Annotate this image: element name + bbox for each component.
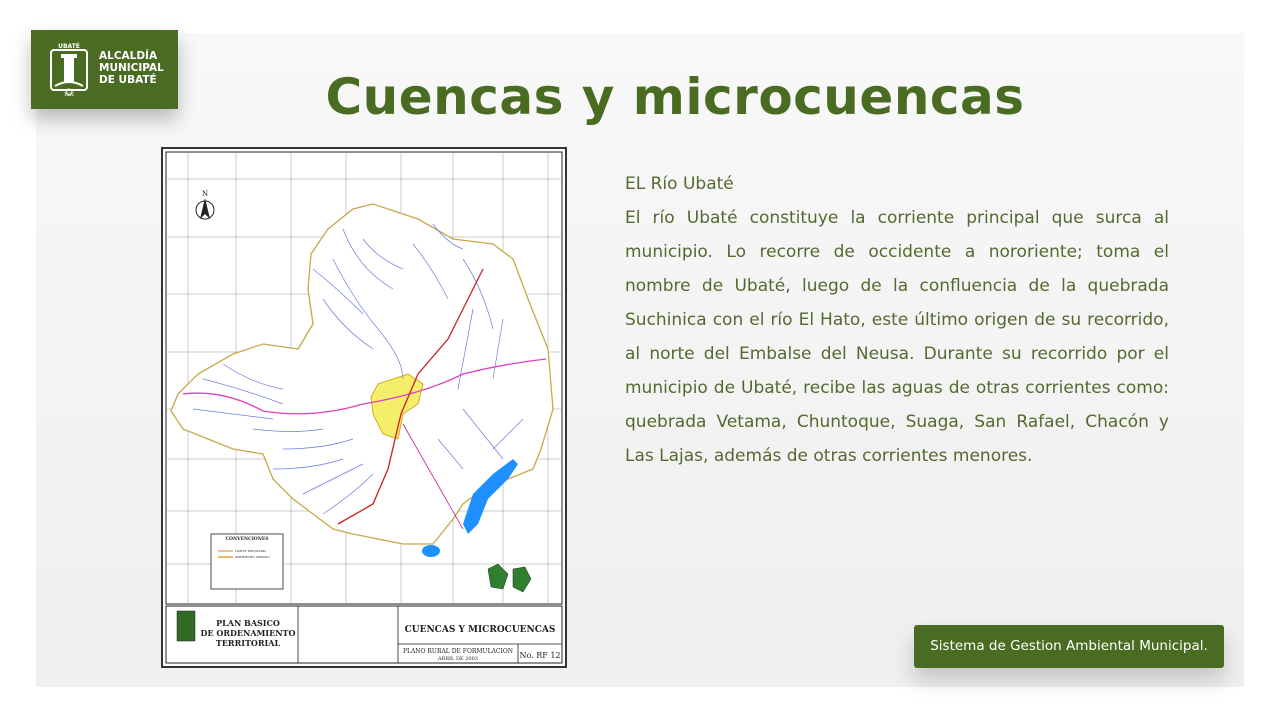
emblem-label: UBATÉ [58, 42, 80, 50]
sheet-subtitle-2: ABRIL DE 2003 [437, 656, 478, 662]
logo-wordmark: ALCALDÍA MUNICIPAL DE UBATÉ [99, 50, 164, 86]
coat-of-arms-icon: UBATÉ 1592 [50, 42, 88, 97]
north-label: N [202, 190, 208, 198]
sheet-title: CUENCAS Y MICROCUENCAS [405, 625, 556, 635]
content-heading: EL Río Ubaté [625, 174, 734, 194]
content-paragraph: El río Ubaté constituye la corriente pri… [625, 208, 1169, 466]
sheet-number: No. RF 12 [519, 651, 560, 660]
watershed-map: N CONVENCIONES LIMITE MUNICIPAL PERIMETR… [161, 147, 567, 668]
logo-line-2: MUNICIPAL [99, 62, 164, 74]
map-drawing: N CONVENCIONES LIMITE MUNICIPAL PERIMETR… [163, 149, 565, 666]
plan-title-line-1: PLAN BASICO [216, 618, 280, 628]
municipality-logo[interactable]: UBATÉ 1592 ALCALDÍA MUNICIPAL DE UBATÉ [31, 30, 178, 109]
emblem-year: 1592 [64, 92, 75, 97]
content-text: EL Río Ubaté El río Ubaté constituye la … [625, 167, 1169, 473]
legend-title: CONVENCIONES [225, 536, 268, 542]
sheet-subtitle-1: PLANO RURAL DE FORMULACION [403, 648, 513, 655]
plan-title-line-3: TERRITORIAL [216, 638, 281, 648]
logo-line-1: ALCALDÍA [99, 50, 158, 62]
plan-title-line-2: DE ORDENAMIENTO [201, 628, 296, 638]
logo-line-3: DE UBATÉ [99, 74, 157, 86]
legend-item-1: LIMITE MUNICIPAL [235, 549, 266, 553]
page-title: Cuencas y microcuencas [325, 68, 1025, 126]
legend-item-2: PERIMETRO URBANO [235, 555, 270, 559]
footer-badge: Sistema de Gestion Ambiental Municipal. [914, 625, 1224, 668]
